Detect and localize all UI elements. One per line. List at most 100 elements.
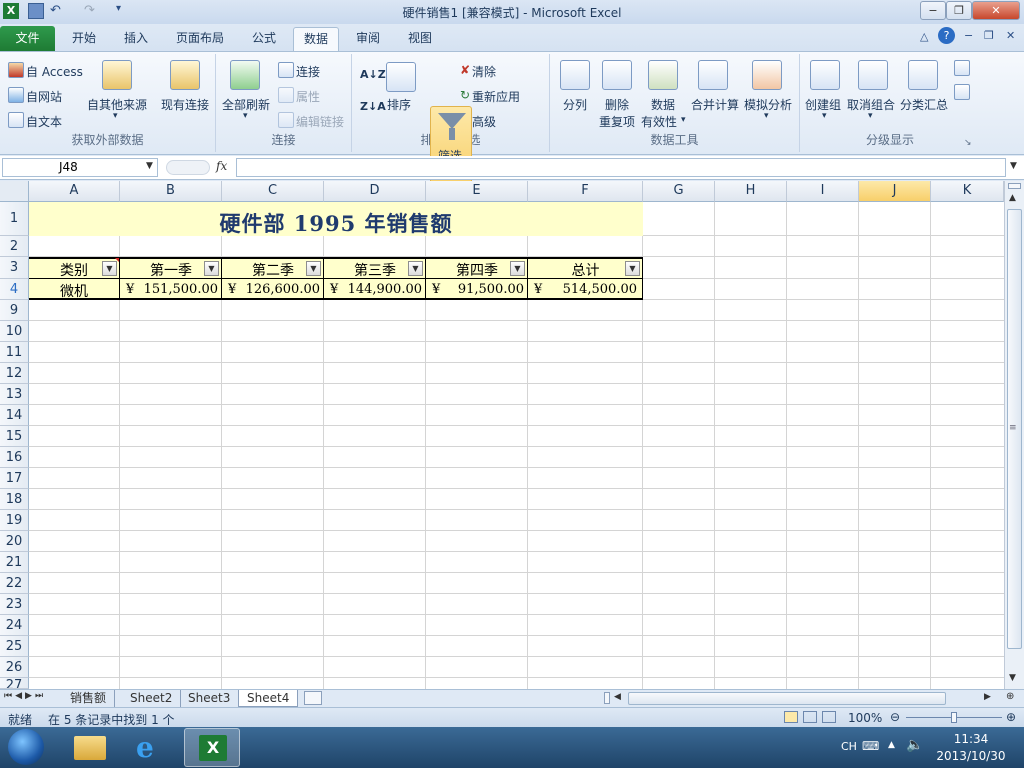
sheet-tab[interactable]: 销售额: [62, 690, 116, 707]
cell-q1[interactable]: 151,500.00: [120, 282, 218, 297]
doc-restore-icon[interactable]: ❐: [984, 29, 994, 42]
worksheet-grid[interactable]: A B C D E F G H I J K 1 2 3 4 9 10 11 12…: [0, 181, 1004, 689]
tab-data[interactable]: 数据: [293, 27, 340, 51]
scroll-down-icon[interactable]: ▼: [1009, 673, 1016, 683]
zoom-in-icon[interactable]: ⊕: [1006, 710, 1016, 724]
restore-button[interactable]: ❐: [946, 1, 972, 20]
tab-view[interactable]: 视图: [398, 27, 442, 51]
reapply-button[interactable]: 重新应用: [472, 88, 520, 105]
vertical-scrollbar[interactable]: ▲ ≡ ▼: [1004, 181, 1024, 689]
row-header[interactable]: 12: [0, 363, 29, 384]
cell-q2[interactable]: 126,600.00: [222, 282, 320, 297]
column-header[interactable]: K: [931, 181, 1004, 202]
subtotal-button[interactable]: 分类汇总: [900, 96, 948, 113]
tab-split-handle[interactable]: [604, 692, 610, 704]
sheet-tab-active[interactable]: Sheet4: [238, 690, 299, 707]
close-button[interactable]: ✕: [972, 1, 1020, 20]
sort-ascending-icon[interactable]: A↓Z: [360, 68, 386, 81]
edit-links-button[interactable]: 编辑链接: [296, 113, 344, 130]
zoom-slider-thumb[interactable]: [951, 712, 957, 723]
cell-q3[interactable]: 144,900.00: [324, 282, 422, 297]
row-header[interactable]: 20: [0, 531, 29, 552]
tab-insert[interactable]: 插入: [114, 27, 158, 51]
normal-view-icon[interactable]: [784, 711, 798, 723]
filter-active-icon[interactable]: ▼: [204, 261, 219, 276]
page-layout-view-icon[interactable]: [803, 711, 817, 723]
volume-icon[interactable]: 🔈: [906, 737, 923, 753]
row-header[interactable]: 26: [0, 657, 29, 678]
page-break-view-icon[interactable]: [822, 711, 836, 723]
column-header-selected[interactable]: J: [859, 181, 931, 202]
column-header[interactable]: G: [643, 181, 715, 202]
scroll-left-icon[interactable]: ◀: [614, 692, 621, 702]
row-header[interactable]: 13: [0, 384, 29, 405]
scroll-up-icon[interactable]: ▲: [1009, 193, 1016, 203]
filter-dropdown-icon[interactable]: ▼: [510, 261, 525, 276]
row-header[interactable]: 25: [0, 636, 29, 657]
keyboard-icon[interactable]: ⌨: [862, 739, 879, 753]
tab-home[interactable]: 开始: [62, 27, 106, 51]
formula-bar-splitter[interactable]: [166, 160, 210, 175]
column-header[interactable]: H: [715, 181, 787, 202]
data-validation-button[interactable]: 数据: [651, 96, 675, 113]
sort-descending-icon[interactable]: Z↓A: [360, 100, 386, 113]
zoom-level[interactable]: 100%: [848, 711, 882, 725]
row-header[interactable]: 19: [0, 510, 29, 531]
row-header[interactable]: 21: [0, 552, 29, 573]
hide-detail-icon[interactable]: [954, 84, 970, 100]
row-header[interactable]: 22: [0, 573, 29, 594]
column-header[interactable]: I: [787, 181, 859, 202]
zoom-out-icon[interactable]: ⊖: [890, 710, 900, 724]
column-header[interactable]: A: [29, 181, 120, 202]
sort-button[interactable]: 排序: [387, 96, 411, 113]
show-detail-icon[interactable]: [954, 60, 970, 76]
expand-formula-bar-icon[interactable]: ▼: [1010, 161, 1017, 171]
row-header[interactable]: 9: [0, 300, 29, 321]
row-header[interactable]: 3: [0, 257, 29, 279]
row-header[interactable]: 27: [0, 678, 29, 689]
select-all-button[interactable]: [0, 181, 29, 202]
tab-formulas[interactable]: 公式: [242, 27, 286, 51]
remove-duplicates-button[interactable]: 删除: [605, 96, 629, 113]
filter-dropdown-icon[interactable]: ▼: [306, 261, 321, 276]
from-text-button[interactable]: 自文本: [26, 113, 62, 130]
row-header[interactable]: 10: [0, 321, 29, 342]
clock-time[interactable]: 11:34: [938, 732, 1004, 746]
row-header[interactable]: 4: [0, 279, 29, 300]
tab-file[interactable]: 文件: [0, 26, 55, 51]
column-header[interactable]: B: [120, 181, 222, 202]
row-header[interactable]: 16: [0, 447, 29, 468]
minimize-ribbon-icon[interactable]: △: [920, 30, 928, 43]
row-header[interactable]: 11: [0, 342, 29, 363]
taskbar-explorer[interactable]: [62, 728, 118, 767]
row-header[interactable]: 14: [0, 405, 29, 426]
insert-function-button[interactable]: fx: [216, 159, 227, 173]
show-hidden-icons-icon[interactable]: ▲: [888, 740, 895, 750]
consolidate-button[interactable]: 合并计算: [691, 96, 739, 113]
split-box-icon[interactable]: ⊕: [1006, 691, 1014, 702]
row-header[interactable]: 23: [0, 594, 29, 615]
cell-q4[interactable]: 91,500.00: [426, 282, 524, 297]
cell-total[interactable]: 514,500.00: [528, 282, 637, 297]
row-header[interactable]: 2: [0, 236, 29, 257]
filter-active-icon[interactable]: ▼: [625, 261, 640, 276]
filter-dropdown-icon[interactable]: ▼: [408, 261, 423, 276]
clear-filter-button[interactable]: 清除: [472, 63, 496, 80]
input-language[interactable]: CH: [841, 740, 857, 753]
tab-review[interactable]: 审阅: [346, 27, 390, 51]
column-header[interactable]: E: [426, 181, 528, 202]
name-box[interactable]: J48: [2, 158, 158, 177]
doc-close-icon[interactable]: ✕: [1006, 29, 1015, 42]
sheet-tab[interactable]: Sheet3: [180, 690, 240, 707]
split-box[interactable]: [1008, 183, 1021, 189]
filter-dropdown-icon[interactable]: ▼: [102, 261, 117, 276]
row-header[interactable]: 24: [0, 615, 29, 636]
title-cell[interactable]: 硬件部 1995 年销售额: [29, 202, 643, 236]
insert-sheet-icon[interactable]: [304, 691, 322, 705]
formula-input[interactable]: [236, 158, 1006, 177]
row-header[interactable]: 18: [0, 489, 29, 510]
existing-connections-button[interactable]: 现有连接: [161, 96, 209, 113]
column-header[interactable]: F: [528, 181, 643, 202]
from-web-button[interactable]: 自网站: [26, 88, 62, 105]
taskbar-excel[interactable]: X: [184, 728, 240, 767]
